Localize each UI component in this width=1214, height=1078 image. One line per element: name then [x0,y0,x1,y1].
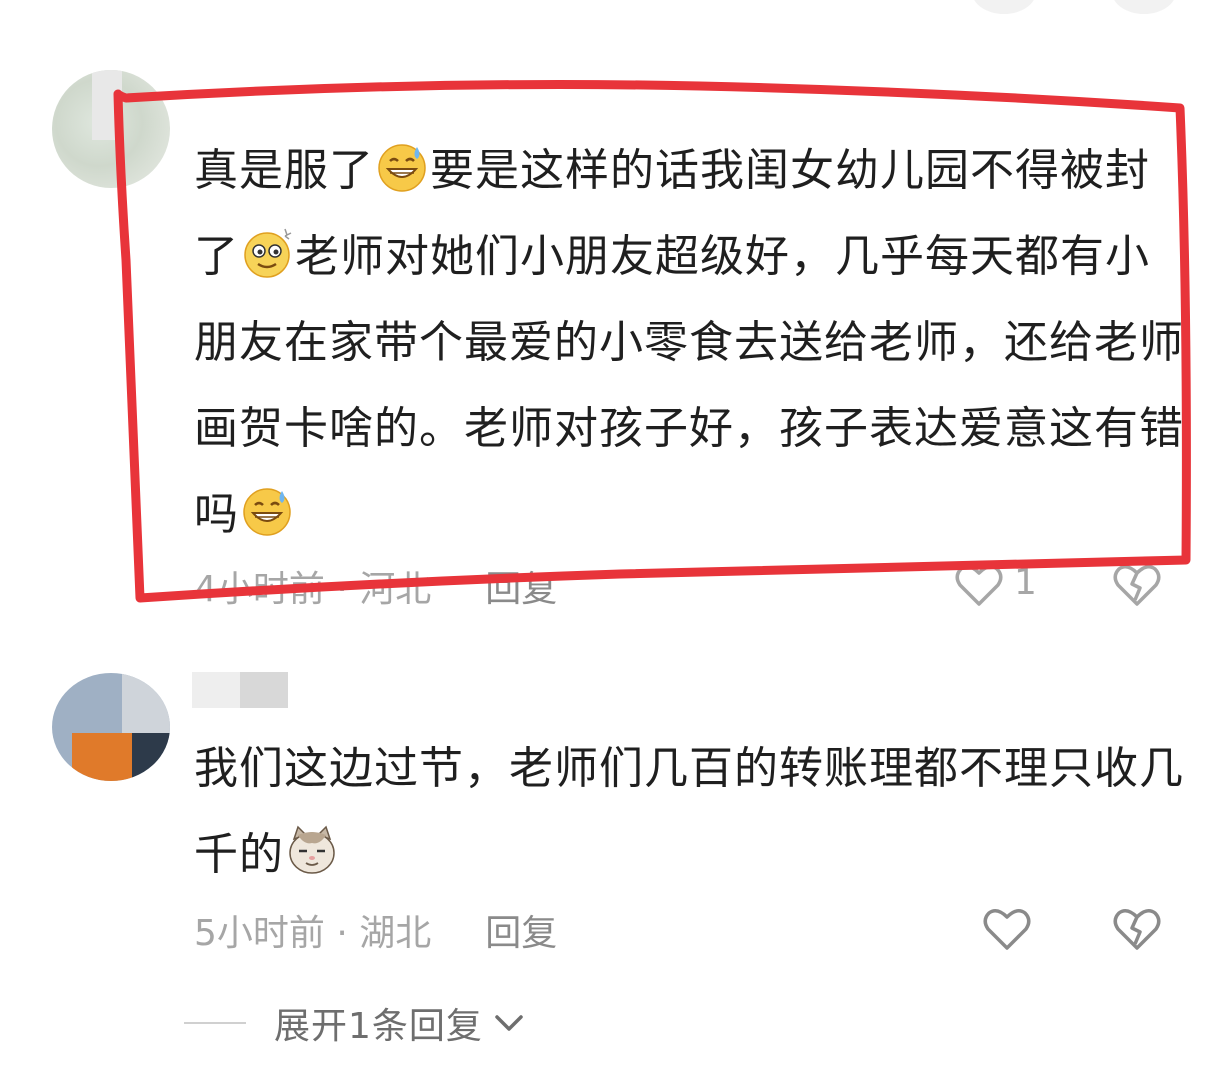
reply-button[interactable]: 回复 [485,913,557,954]
sweat-grin-emoji-icon [243,488,291,536]
comment-time: 4小时前 [194,569,325,610]
expand-replies-label: 展开1条回复 [274,1006,483,1047]
avatar[interactable] [52,70,170,188]
comment-text-part: 我们这边过节，老师们几百的转账理都不理只收几千的 [194,743,1184,880]
broken-heart-icon[interactable] [1110,558,1164,612]
broken-heart-icon[interactable] [1110,902,1164,956]
chevron-down-icon [495,1015,523,1031]
username-blurred[interactable] [192,672,288,708]
comment-text: 我们这边过节，老师们几百的转账理都不理只收几千的 [194,726,1184,898]
top-button-bg [1112,0,1176,14]
comment-text-part: 老师对她们小朋友超级好，几乎每天都有小朋友在家带个最爱的小零食去送给老师，还给老… [194,231,1184,540]
like-count: 1 [1014,562,1037,603]
reply-button[interactable]: 回复 [485,569,557,610]
heart-icon[interactable] [980,902,1034,956]
comment-location: 湖北 [359,913,432,954]
sweat-grin-emoji-icon [378,144,426,192]
heart-icon[interactable] [952,558,1006,612]
top-button-bg [972,0,1036,14]
meta-separator: · [324,569,360,610]
dizzy-face-emoji-icon [244,228,292,278]
avatar[interactable] [52,673,170,781]
comment-meta: 4小时前 · 河北 回复 [194,560,557,612]
meta-separator: · [324,913,360,954]
comment-time: 5小时前 [194,913,325,954]
expand-replies-button[interactable]: 展开1条回复 [184,998,527,1048]
comment-meta: 5小时前 · 湖北 回复 [194,904,557,956]
divider [184,1022,246,1024]
comment-location: 河北 [359,569,432,610]
comment-text-part: 真是服了 [194,145,374,196]
comment-text: 真是服了 要是这样的话我闺女幼儿园不得被封了 老师对她们小朋友超级好，几乎每天都有小… [194,128,1184,558]
smug-cat-emoji-icon [289,825,335,874]
